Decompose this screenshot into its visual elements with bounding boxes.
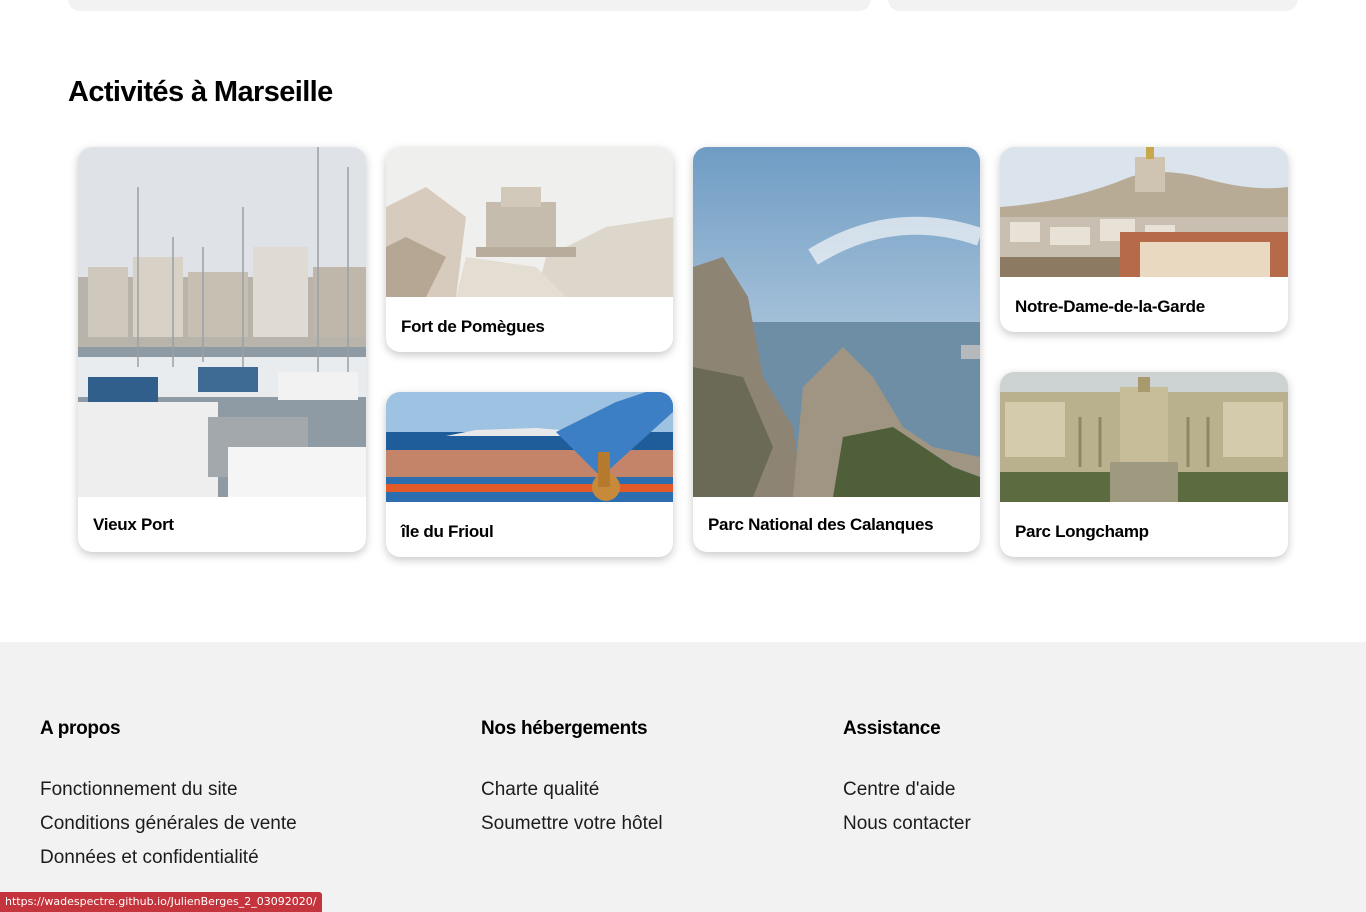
activity-label: Parc Longchamp bbox=[1015, 522, 1149, 541]
harbor-photo bbox=[78, 147, 366, 497]
activity-label: île du Frioul bbox=[401, 522, 494, 541]
footer-link-quality-charter[interactable]: Charte qualité bbox=[481, 779, 599, 801]
basilica-photo bbox=[1000, 147, 1288, 277]
activity-card-calanques[interactable]: Parc National des Calanques bbox=[693, 147, 980, 552]
activity-label: Notre-Dame-de-la-Garde bbox=[1015, 297, 1205, 316]
footer-link-terms[interactable]: Conditions générales de vente bbox=[40, 813, 297, 835]
island-photo bbox=[386, 392, 673, 502]
footer-link-help-center[interactable]: Centre d'aide bbox=[843, 779, 955, 801]
footer-heading: A propos bbox=[40, 718, 121, 739]
activity-label: Vieux Port bbox=[93, 515, 174, 534]
activity-card-fort-de-pomegues[interactable]: Fort de Pomègues bbox=[386, 147, 673, 352]
previous-section-card bbox=[68, 0, 871, 11]
footer-link-submit-hotel[interactable]: Soumettre votre hôtel bbox=[481, 813, 663, 835]
activity-card-vieux-port[interactable]: Vieux Port bbox=[78, 147, 366, 552]
palace-photo bbox=[1000, 372, 1288, 502]
site-footer: A propos Fonctionnement du site Conditio… bbox=[0, 642, 1366, 912]
footer-link-privacy[interactable]: Données et confidentialité bbox=[40, 847, 259, 869]
activity-label: Fort de Pomègues bbox=[401, 317, 545, 336]
activity-label: Parc National des Calanques bbox=[708, 515, 934, 534]
previous-section-card bbox=[888, 0, 1298, 11]
footer-heading: Nos hébergements bbox=[481, 718, 648, 739]
status-bar-url: https://wadespectre.github.io/JulienBerg… bbox=[0, 892, 323, 912]
activity-card-notre-dame-de-la-garde[interactable]: Notre-Dame-de-la-Garde bbox=[1000, 147, 1288, 332]
activity-card-parc-longchamp[interactable]: Parc Longchamp bbox=[1000, 372, 1288, 557]
footer-link-how-it-works[interactable]: Fonctionnement du site bbox=[40, 779, 238, 801]
section-title: Activités à Marseille bbox=[68, 76, 333, 108]
footer-heading: Assistance bbox=[843, 718, 941, 739]
activity-card-ile-du-frioul[interactable]: île du Frioul bbox=[386, 392, 673, 557]
calanques-photo bbox=[693, 147, 980, 497]
footer-link-contact[interactable]: Nous contacter bbox=[843, 813, 971, 835]
fort-photo bbox=[386, 147, 673, 297]
